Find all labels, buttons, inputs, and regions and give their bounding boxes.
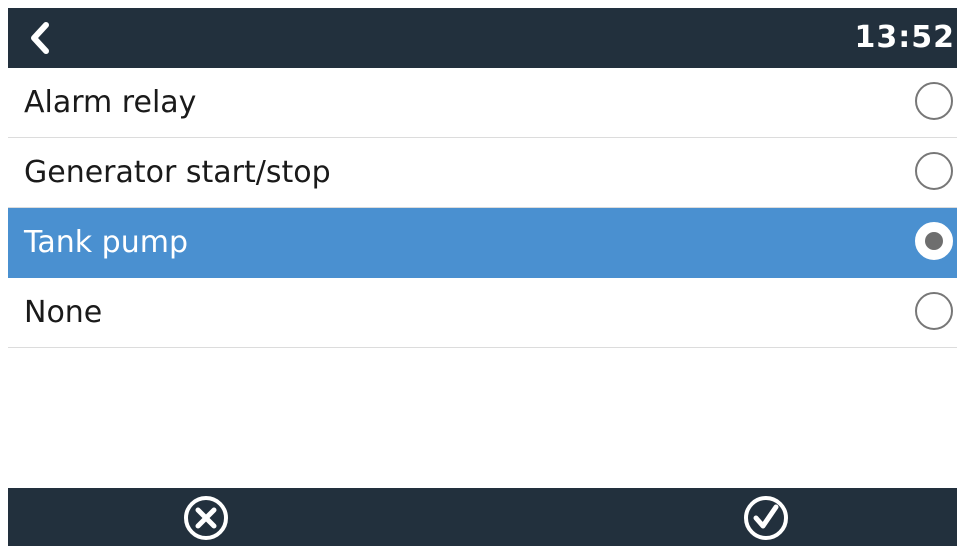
option-label: Alarm relay xyxy=(24,85,197,120)
radio-button[interactable] xyxy=(915,152,953,190)
radio-button[interactable] xyxy=(915,292,953,330)
clock-time: 13:52 xyxy=(854,20,955,55)
screen-edge xyxy=(0,0,8,546)
back-button[interactable] xyxy=(20,18,60,58)
chevron-left-icon xyxy=(31,22,49,54)
option-list: Alarm relay Generator start/stop Tank pu… xyxy=(8,68,957,348)
option-tank-pump[interactable]: Tank pump xyxy=(8,208,957,278)
radio-selected-dot xyxy=(925,232,943,250)
option-label: Tank pump xyxy=(24,225,188,260)
cancel-button[interactable] xyxy=(182,494,230,542)
radio-button[interactable] xyxy=(915,82,953,120)
radio-button-selected[interactable] xyxy=(915,222,953,260)
option-alarm-relay[interactable]: Alarm relay xyxy=(8,68,957,138)
option-none[interactable]: None xyxy=(8,278,957,348)
relay-function-screen: 13:52 Alarm relay Generator start/stop T… xyxy=(0,0,957,546)
confirm-button[interactable] xyxy=(742,494,790,542)
circle-check-icon xyxy=(744,496,788,540)
option-label: Generator start/stop xyxy=(24,155,331,190)
option-label: None xyxy=(24,295,103,330)
option-generator-start-stop[interactable]: Generator start/stop xyxy=(8,138,957,208)
top-bar: 13:52 xyxy=(8,8,957,68)
circle-x-icon xyxy=(184,496,228,540)
bottom-bar xyxy=(8,488,957,546)
